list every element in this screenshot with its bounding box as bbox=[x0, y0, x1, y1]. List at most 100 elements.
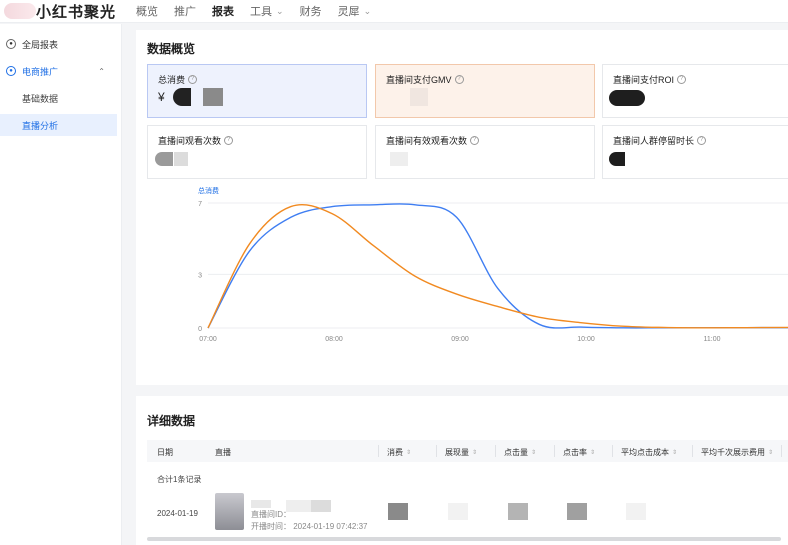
nav-item-promotion[interactable]: 推广 bbox=[174, 3, 196, 19]
metric-label-text: 直播间支付GMV bbox=[386, 75, 452, 85]
column-label: 平均点击成本 bbox=[621, 448, 669, 457]
chevron-down-icon: ⌄ bbox=[363, 5, 372, 16]
metric-label: 总消费? bbox=[158, 73, 198, 86]
column-label: 平均千次展示费用 bbox=[701, 448, 765, 457]
column-label: 点击率 bbox=[563, 448, 587, 457]
nav-label: 概览 bbox=[136, 6, 159, 18]
redacted-value bbox=[626, 503, 646, 520]
nav-label: 工具 bbox=[250, 6, 273, 18]
overview-title: 数据概览 bbox=[147, 42, 196, 56]
x-tick-label: 09:00 bbox=[451, 336, 469, 343]
sidebar-group-label: 电商推广 bbox=[22, 66, 59, 77]
metric-label-text: 直播间人群停留时长 bbox=[613, 136, 695, 146]
x-tick-label: 11:00 bbox=[704, 336, 721, 343]
trend-line-chart: 0 3 7 总消费 07:00 08:00 09:00 10:00 11:00 bbox=[198, 186, 788, 343]
metric-value: ¥ bbox=[158, 90, 165, 104]
sidebar-item-live-analysis[interactable]: 直播分析 bbox=[0, 114, 117, 136]
sort-icon[interactable]: ⇕ bbox=[590, 449, 595, 456]
sidebar-group-ecommerce[interactable]: ● 电商推广 ⌃ bbox=[0, 60, 121, 82]
metric-card-gmv[interactable]: 直播间支付GMV? bbox=[375, 64, 595, 118]
sort-icon[interactable]: ⇕ bbox=[768, 449, 773, 456]
legend-label: 总消费 bbox=[198, 186, 219, 195]
metric-label: 直播间有效观看次数? bbox=[386, 134, 480, 147]
hexagon-icon: ● bbox=[6, 66, 16, 76]
metric-label-text: 直播间有效观看次数 bbox=[386, 136, 468, 146]
chevron-up-icon: ⌃ bbox=[98, 66, 105, 76]
table-summary: 合计1条记录 bbox=[157, 475, 202, 484]
metric-card-effective-views[interactable]: 直播间有效观看次数? bbox=[375, 125, 595, 179]
x-tick-label: 07:00 bbox=[199, 336, 217, 343]
metric-card-dwell-time[interactable]: 直播间人群停留时长? bbox=[602, 125, 788, 179]
sidebar-item-label: 直播分析 bbox=[22, 120, 59, 131]
column-header-cpm[interactable]: 平均千次展示费用 ⇕ bbox=[701, 447, 773, 458]
column-divider bbox=[692, 445, 693, 457]
column-divider bbox=[436, 445, 437, 457]
nav-label: 财务 bbox=[299, 6, 322, 18]
column-header-cpc[interactable]: 平均点击成本 ⇕ bbox=[621, 447, 677, 458]
metric-label: 直播间支付GMV? bbox=[386, 73, 464, 86]
redacted-value bbox=[155, 152, 173, 166]
metric-label-text: 直播间观看次数 bbox=[158, 136, 222, 146]
metric-card-roi[interactable]: 直播间支付ROI? bbox=[602, 64, 788, 118]
help-icon[interactable]: ? bbox=[454, 75, 464, 84]
column-divider bbox=[554, 445, 555, 457]
horizontal-scrollbar[interactable] bbox=[147, 537, 781, 541]
redacted-value bbox=[203, 88, 223, 106]
redacted-value bbox=[410, 88, 428, 106]
metric-label: 直播间人群停留时长? bbox=[613, 134, 707, 147]
column-label: 消费 bbox=[387, 448, 403, 457]
chevron-down-icon: ⌄ bbox=[276, 5, 284, 16]
sort-icon[interactable]: ⇕ bbox=[472, 449, 477, 456]
sort-icon[interactable]: ⇕ bbox=[531, 449, 536, 456]
column-header-impressions[interactable]: 展现量 ⇕ bbox=[445, 447, 477, 458]
redacted-value bbox=[448, 503, 468, 520]
live-cover-thumbnail[interactable] bbox=[215, 493, 244, 530]
brand-name[interactable]: 小红书聚光 bbox=[36, 1, 116, 22]
column-header-ctr[interactable]: 点击率 ⇕ bbox=[563, 447, 595, 458]
column-divider bbox=[612, 445, 613, 457]
brand-logo-icon[interactable] bbox=[4, 3, 36, 19]
y-tick-label: 7 bbox=[198, 201, 202, 208]
redacted-value bbox=[609, 152, 625, 166]
detail-panel: 详细数据 日期 直播 消费 ⇕ 展现量 ⇕ 点击量 ⇕ 点击率 ⇕ 平均点击成本 ⇕ 平均… bbox=[136, 396, 788, 545]
table-header: 日期 直播 消费 ⇕ 展现量 ⇕ 点击量 ⇕ 点击率 ⇕ 平均点击成本 ⇕ 平均千次展示费… bbox=[147, 440, 788, 462]
column-divider bbox=[378, 445, 379, 457]
column-divider bbox=[495, 445, 496, 457]
metric-label: 直播间支付ROI? bbox=[613, 73, 687, 86]
nav-item-lingxi[interactable]: 灵犀 ⌄ bbox=[338, 3, 372, 19]
column-header-clicks[interactable]: 点击量 ⇕ bbox=[504, 447, 536, 458]
redacted-value bbox=[508, 503, 528, 520]
help-icon[interactable]: ? bbox=[697, 136, 707, 145]
detail-title: 详细数据 bbox=[147, 414, 196, 428]
currency-symbol: ¥ bbox=[158, 90, 165, 104]
nav-label: 推广 bbox=[174, 6, 197, 18]
column-label: 点击量 bbox=[504, 448, 528, 457]
sort-icon[interactable]: ⇕ bbox=[406, 449, 411, 456]
redacted-value bbox=[390, 152, 408, 166]
metric-card-views[interactable]: 直播间观看次数? bbox=[147, 125, 367, 179]
metric-label: 直播间观看次数? bbox=[158, 134, 234, 147]
metric-card-total-spend[interactable]: 总消费? ¥ bbox=[147, 64, 367, 118]
help-icon[interactable]: ? bbox=[677, 75, 687, 84]
help-icon[interactable]: ? bbox=[224, 136, 234, 145]
sidebar-item-label: 全局报表 bbox=[22, 39, 59, 50]
help-icon[interactable]: ? bbox=[188, 75, 198, 84]
nav-label: 灵犀 bbox=[337, 6, 360, 18]
metric-label-text: 总消费 bbox=[158, 75, 186, 85]
hexagon-icon: ● bbox=[6, 39, 16, 49]
nav-item-reports[interactable]: 报表 bbox=[212, 3, 234, 19]
column-header-spend[interactable]: 消费 ⇕ bbox=[387, 447, 411, 458]
sidebar-item-global-report[interactable]: ● 全局报表 bbox=[0, 33, 121, 55]
column-header-date[interactable]: 日期 bbox=[157, 447, 173, 458]
help-icon[interactable]: ? bbox=[470, 136, 480, 145]
sort-icon[interactable]: ⇕ bbox=[672, 449, 677, 456]
nav-item-finance[interactable]: 财务 bbox=[300, 3, 322, 19]
sidebar-item-basic-data[interactable]: 基础数据 bbox=[0, 87, 121, 109]
redacted-value bbox=[567, 503, 587, 520]
row-room-id: 直播间ID： bbox=[251, 510, 291, 519]
nav-item-overview[interactable]: 概览 bbox=[136, 3, 158, 19]
series-line-orange bbox=[207, 203, 788, 329]
column-header-live[interactable]: 直播 bbox=[215, 447, 231, 458]
x-tick-label: 08:00 bbox=[325, 336, 343, 343]
nav-item-tools[interactable]: 工具 ⌄ bbox=[250, 3, 284, 19]
